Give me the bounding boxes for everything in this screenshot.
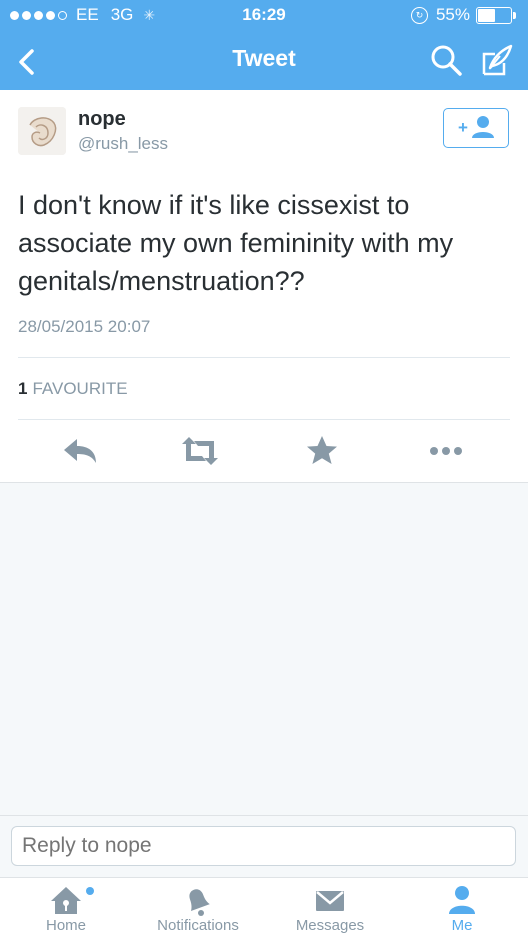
app-header: EE 3G ✳ 16:29 ↻ 55% Tweet: [0, 0, 528, 90]
reply-bar: [0, 815, 528, 878]
tab-messages[interactable]: Messages: [264, 878, 396, 940]
tab-me[interactable]: Me: [396, 878, 528, 940]
tab-label: Me: [451, 917, 473, 934]
reply-button[interactable]: [58, 430, 102, 472]
tweet-timestamp: 28/05/2015 20:07: [18, 317, 151, 336]
favourites-label: FAVOURITE: [32, 379, 128, 398]
status-bar: EE 3G ✳ 16:29 ↻ 55%: [0, 0, 528, 32]
search-icon: [431, 45, 462, 76]
tab-label: Home: [45, 917, 86, 934]
compose-icon: [482, 44, 513, 76]
tweet-text: I don't know if it's like cissexist to a…: [18, 190, 454, 296]
favourites-stat[interactable]: 1 FAVOURITE: [18, 379, 128, 399]
battery-icon: [476, 6, 512, 24]
star-icon: [307, 436, 337, 464]
user-display-name[interactable]: nope: [78, 108, 126, 131]
favourite-button[interactable]: [300, 430, 344, 472]
battery-percent: 55%: [435, 5, 470, 24]
add-user-icon: +: [458, 116, 494, 138]
user-handle[interactable]: @rush_less: [78, 134, 168, 154]
tab-notifications[interactable]: Notifications: [132, 878, 264, 940]
divider: [18, 357, 510, 358]
battery-level: [478, 8, 495, 22]
person-icon: [449, 886, 475, 914]
reply-icon: [64, 439, 96, 463]
tab-label: Messages: [295, 917, 365, 934]
battery-tip: [513, 11, 516, 19]
rotation-lock-icon: ↻: [410, 6, 428, 24]
tab-label: Notifications: [157, 917, 239, 934]
reply-input[interactable]: [11, 826, 516, 866]
tab-home[interactable]: Home: [0, 878, 132, 940]
more-icon: [430, 447, 462, 455]
home-icon: [51, 887, 81, 914]
tweet-detail: nope @rush_less + I don't know if it's l…: [0, 90, 528, 483]
retweet-icon: [182, 437, 218, 465]
divider: [18, 419, 510, 420]
envelope-icon: [316, 891, 344, 911]
follow-button[interactable]: +: [443, 108, 509, 148]
tab-bar: Home Notifications Messages Me: [0, 877, 528, 940]
status-right: ↻ 55%: [410, 5, 516, 25]
avatar[interactable]: [18, 107, 66, 155]
bell-icon: [189, 889, 210, 916]
retweet-button[interactable]: [178, 430, 222, 472]
svg-text:+: +: [458, 118, 468, 137]
search-button[interactable]: [428, 42, 464, 78]
more-button[interactable]: [424, 430, 468, 472]
shell-avatar-icon: [18, 107, 66, 155]
favourites-count: 1: [18, 379, 28, 398]
nav-bar: Tweet: [0, 32, 528, 90]
notification-dot: [86, 887, 94, 895]
compose-button[interactable]: [478, 42, 516, 80]
